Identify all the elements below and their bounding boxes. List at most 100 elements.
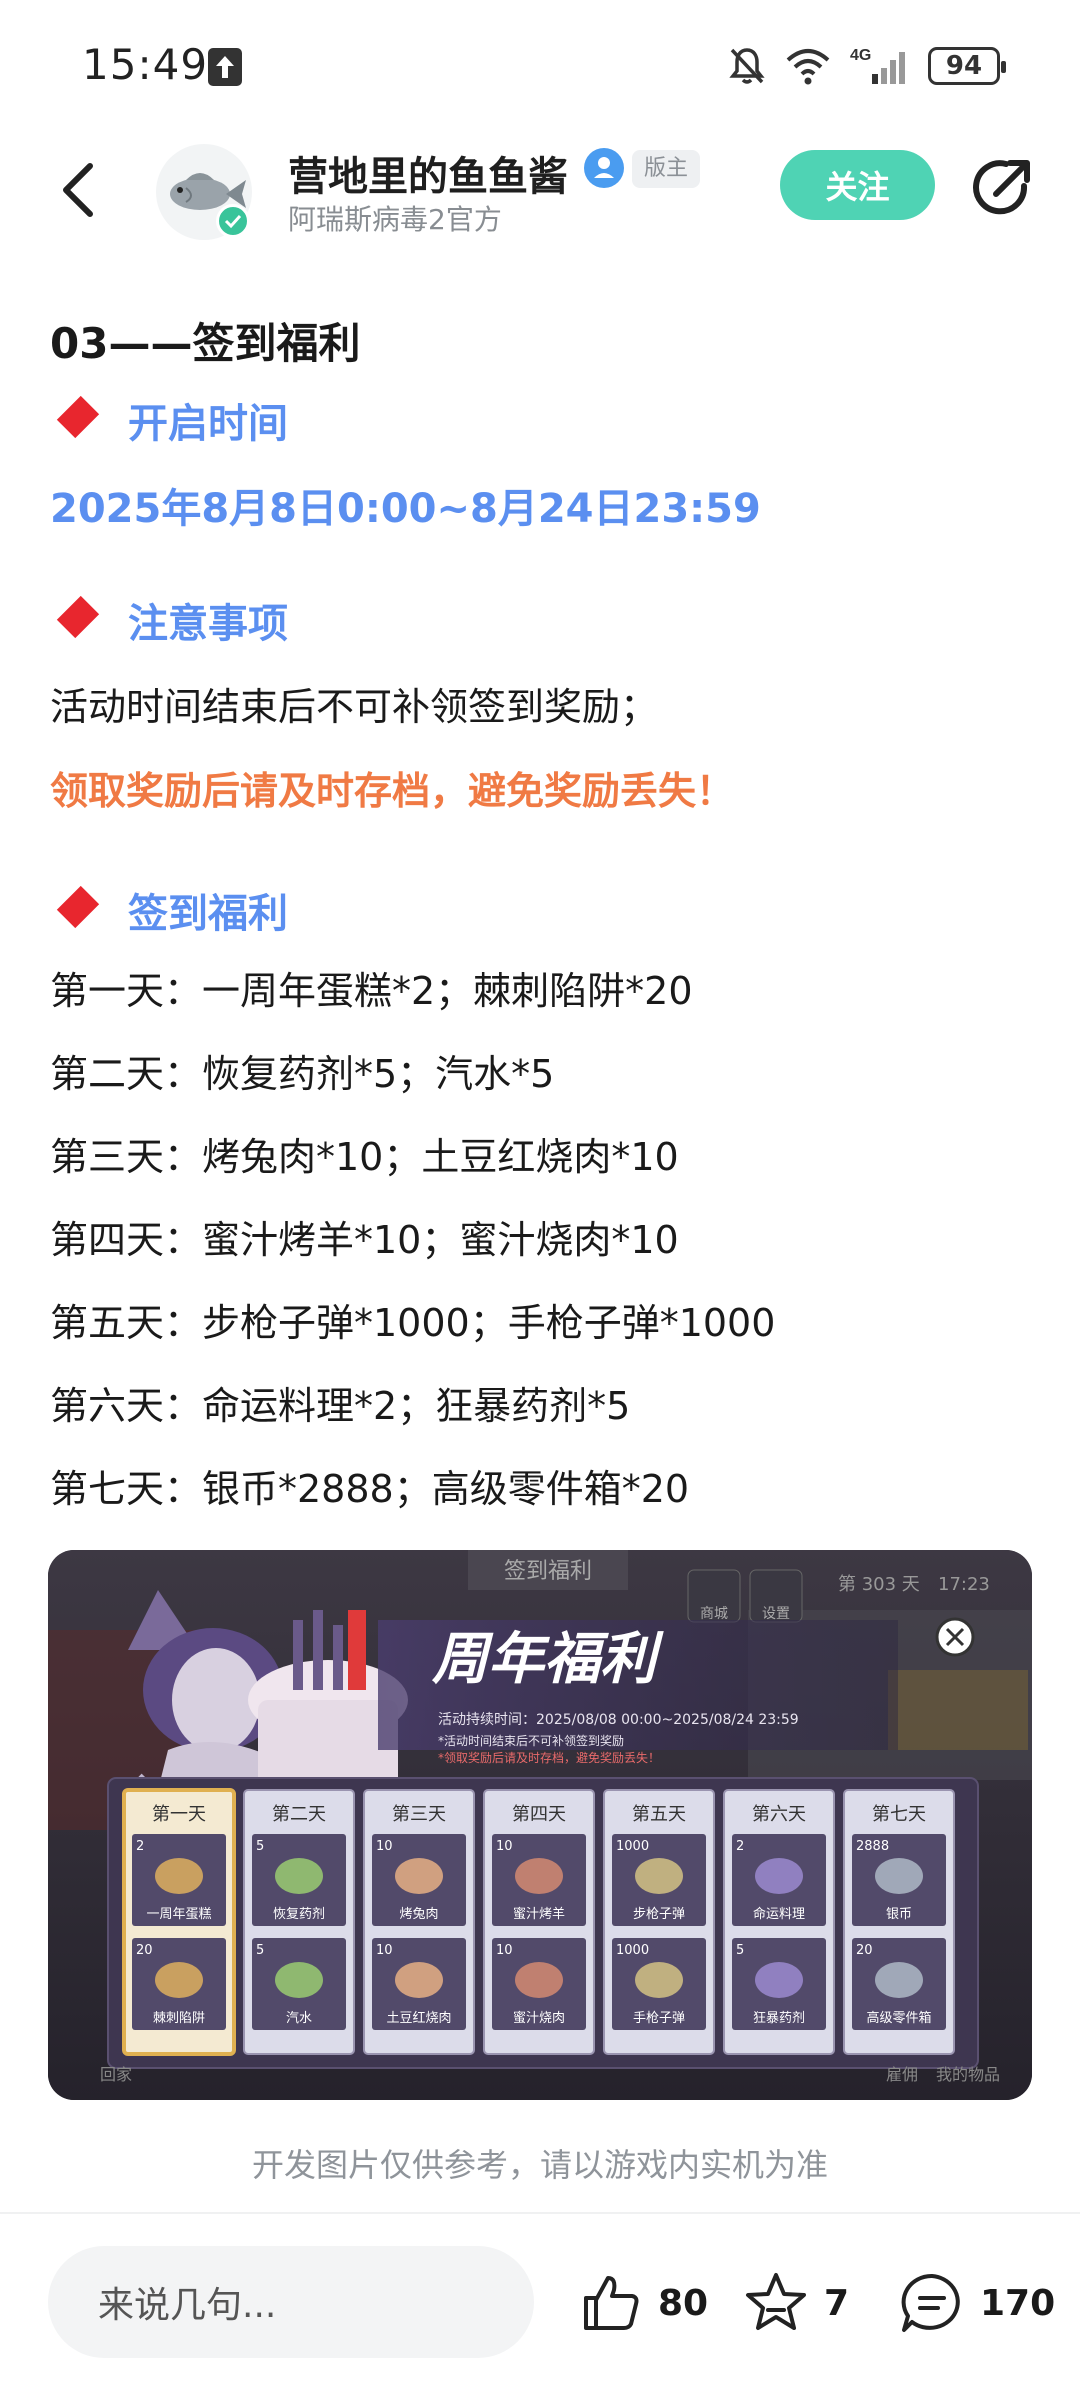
day-card[interactable]: 第七天 2888 银币 20 高级零件箱 bbox=[843, 1789, 955, 2055]
reward-item-icon bbox=[755, 1962, 803, 1998]
author-name[interactable]: 营地里的鱼鱼酱 bbox=[288, 144, 568, 202]
close-icon[interactable] bbox=[935, 1617, 975, 1657]
game-clock: 17:23 bbox=[938, 1574, 990, 1595]
reward-name: 烤兔肉 bbox=[399, 1907, 438, 1922]
verified-check-icon bbox=[216, 204, 250, 238]
reward-day-line: 第五天：步枪子弹*1000；手枪子弹*1000 bbox=[50, 1301, 776, 1345]
reward-name: 一周年蛋糕 bbox=[146, 1907, 211, 1922]
game-screenshot[interactable]: 签到福利 商城 设置 第 303 天 17:23 周年福利 活动持续时间：202… bbox=[48, 1550, 1032, 2100]
reward-qty: 5 bbox=[256, 1943, 264, 1958]
thumbs-up-icon bbox=[584, 2276, 639, 2330]
svg-text:4G: 4G bbox=[850, 47, 871, 64]
reward-qty: 10 bbox=[496, 1839, 513, 1854]
favorite-button[interactable]: 7 bbox=[742, 2268, 849, 2338]
reward-qty: 20 bbox=[136, 1943, 153, 1958]
reward-item-icon bbox=[275, 1962, 323, 1998]
warning-text: *领取奖励后请及时存档，避免奖励丢失！ bbox=[438, 1750, 660, 1765]
reward-name: 狂暴药剂 bbox=[753, 2011, 805, 2026]
reward-qty: 2 bbox=[136, 1839, 144, 1854]
cellular-signal-icon: 4G bbox=[850, 47, 905, 84]
top-sign-label: 签到福利 bbox=[504, 1559, 592, 1584]
status-icons: 4G 94 bbox=[728, 44, 1006, 88]
section-notice: 注意事项 bbox=[50, 590, 288, 650]
comment-input[interactable]: 来说几句... bbox=[48, 2246, 534, 2358]
day-card[interactable]: 第四天 10 蜜汁烤羊 10 蜜汁烧肉 bbox=[483, 1789, 595, 2055]
home-label: 回家 bbox=[100, 2065, 132, 2084]
section-label: 开启时间 bbox=[128, 401, 288, 447]
like-button[interactable]: 80 bbox=[578, 2268, 708, 2338]
back-arrow-icon[interactable] bbox=[54, 158, 104, 222]
anniversary-signin-screenshot: 签到福利 商城 设置 第 303 天 17:23 周年福利 活动持续时间：202… bbox=[48, 1550, 1032, 2100]
share-icon[interactable] bbox=[966, 154, 1036, 224]
my-items-label: 我的物品 bbox=[936, 2065, 1000, 2084]
reward-item-icon bbox=[515, 1962, 563, 1998]
reward-name: 银币 bbox=[886, 1907, 912, 1922]
day-label: 第三天 bbox=[392, 1804, 446, 1825]
red-diamond-icon bbox=[58, 602, 94, 638]
image-caption: 开发图片仅供参考，请以游戏内实机为准 bbox=[251, 2146, 828, 2184]
battery-indicator: 94 bbox=[928, 47, 1006, 85]
reward-qty: 2888 bbox=[856, 1839, 889, 1854]
reward-name: 蜜汁烧肉 bbox=[513, 2011, 565, 2026]
reward-item-icon bbox=[875, 1962, 923, 1998]
mute-bell-icon bbox=[729, 48, 765, 84]
reward-day-line: 第七天：银币*2888；高级零件箱*20 bbox=[50, 1467, 690, 1511]
post-header: 营地里的鱼鱼酱 版主 阿瑞斯病毒2官方 关注 bbox=[0, 130, 1080, 250]
banner-title: 周年福利 bbox=[431, 1627, 664, 1692]
event-date-range: 2025年8月8日0:00~8月24日23:59 bbox=[50, 486, 761, 532]
reward-name: 汽水 bbox=[286, 2011, 312, 2026]
day-label: 第二天 bbox=[272, 1804, 326, 1825]
settings-label: 设置 bbox=[762, 1606, 790, 1622]
day-card[interactable]: 第五天 1000 步枪子弹 1000 手枪子弹 bbox=[603, 1789, 715, 2055]
reward-name: 命运料理 bbox=[753, 1906, 805, 1922]
reward-day-line: 第三天：烤兔肉*10；土豆红烧肉*10 bbox=[50, 1135, 679, 1179]
status-bar: 15:49 4G 94 bbox=[0, 0, 1080, 130]
reward-item-icon bbox=[635, 1962, 683, 1998]
author-subtitle: 阿瑞斯病毒2官方 bbox=[288, 203, 502, 236]
follow-button[interactable]: 关注 bbox=[780, 150, 935, 220]
reward-day-line: 第二天：恢复药剂*5；汽水*5 bbox=[50, 1052, 555, 1096]
day-card[interactable]: 第三天 10 烤兔肉 10 土豆红烧肉 bbox=[363, 1789, 475, 2055]
reward-qty: 10 bbox=[376, 1943, 393, 1958]
reward-qty: 10 bbox=[496, 1943, 513, 1958]
reward-item-icon bbox=[275, 1858, 323, 1894]
day-card[interactable]: 第二天 5 恢复药剂 5 汽水 bbox=[243, 1789, 355, 2055]
section-rewards: 签到福利 bbox=[50, 880, 288, 940]
reward-name: 高级零件箱 bbox=[866, 2010, 931, 2026]
reward-item-icon bbox=[635, 1858, 683, 1894]
day-card[interactable]: 第六天 2 命运料理 5 狂暴药剂 bbox=[723, 1789, 835, 2055]
reward-qty: 2 bbox=[736, 1839, 744, 1854]
comment-button[interactable]: 170 bbox=[898, 2268, 1055, 2338]
day-label: 第七天 bbox=[872, 1804, 926, 1825]
day-counter: 第 303 天 bbox=[838, 1574, 920, 1595]
red-diamond-icon bbox=[58, 892, 94, 928]
reward-day-line: 第六天：命运料理*2；狂暴药剂*5 bbox=[50, 1384, 631, 1428]
bottom-divider bbox=[0, 2212, 1080, 2214]
red-diamond-icon bbox=[58, 402, 94, 438]
reward-qty: 1000 bbox=[616, 1943, 649, 1958]
day-label: 第一天 bbox=[152, 1804, 206, 1825]
reward-name: 步枪子弹 bbox=[633, 1906, 685, 1922]
reward-day-line: 第四天：蜜汁烤羊*10；蜜汁烧肉*10 bbox=[50, 1218, 679, 1262]
comment-count: 170 bbox=[980, 2282, 1056, 2324]
day-card[interactable]: 第一天 2 一周年蛋糕 20 棘刺陷阱 bbox=[122, 1788, 236, 2056]
hire-label: 雇佣 bbox=[886, 2065, 918, 2084]
reward-qty: 5 bbox=[256, 1839, 264, 1854]
section-label: 注意事项 bbox=[128, 601, 288, 647]
reward-item-icon bbox=[395, 1962, 443, 1998]
reward-item-icon bbox=[155, 1858, 203, 1894]
warning-line: 领取奖励后请及时存档，避免奖励丢失！ bbox=[50, 769, 735, 813]
section-label: 签到福利 bbox=[128, 891, 288, 937]
moderator-badge: 版主 bbox=[632, 150, 701, 188]
reward-item-icon bbox=[875, 1858, 923, 1894]
reward-item-icon bbox=[755, 1858, 803, 1894]
status-time: 15:49 bbox=[82, 40, 209, 89]
reward-qty: 5 bbox=[736, 1943, 744, 1958]
reward-item-icon bbox=[515, 1858, 563, 1894]
reward-qty: 1000 bbox=[616, 1839, 649, 1854]
shop-label: 商城 bbox=[700, 1606, 728, 1622]
official-verify-icon bbox=[584, 148, 624, 188]
reward-day-line: 第一天：一周年蛋糕*2；棘刺陷阱*20 bbox=[50, 969, 693, 1013]
day-label: 第六天 bbox=[752, 1804, 806, 1825]
favorite-count: 7 bbox=[824, 2282, 850, 2324]
